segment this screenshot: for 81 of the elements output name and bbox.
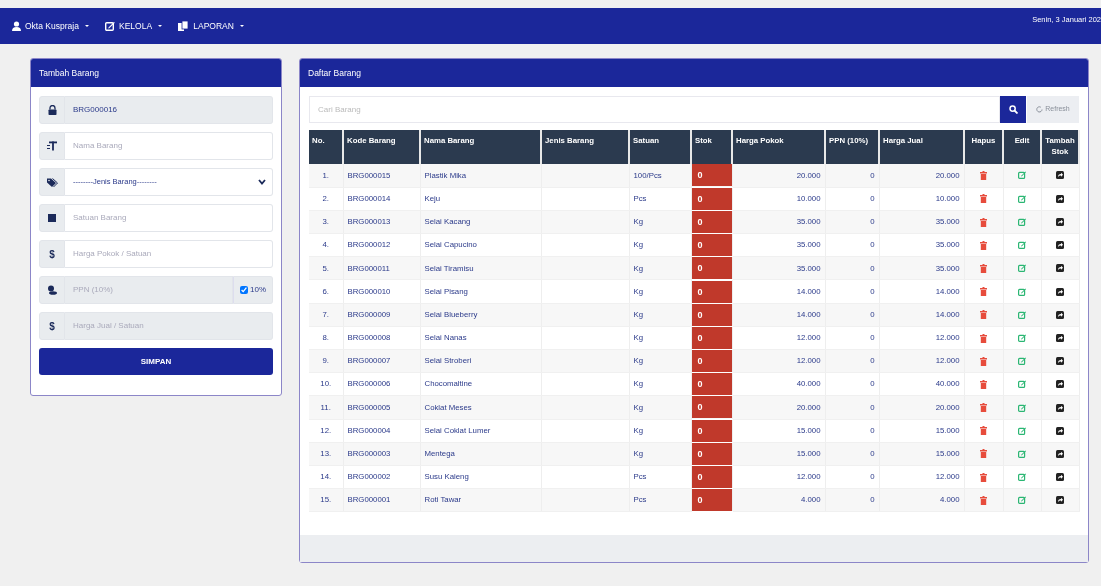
edit-icon[interactable] xyxy=(1018,334,1026,342)
menu-item[interactable]: KELOLA xyxy=(105,19,163,33)
trash-icon[interactable] xyxy=(980,356,987,366)
trash-icon[interactable] xyxy=(980,379,987,389)
edit-icon[interactable] xyxy=(1018,357,1026,366)
input-addon: $ xyxy=(39,240,65,268)
table-cell: 0 xyxy=(691,257,732,280)
documents-icon xyxy=(178,21,190,31)
save-button[interactable]: SIMPAN xyxy=(39,348,273,375)
share-icon[interactable] xyxy=(1056,194,1064,203)
table-cell: 0 xyxy=(691,234,732,257)
share-icon[interactable] xyxy=(1056,218,1064,227)
trash-icon[interactable] xyxy=(980,333,987,343)
checkbox-label: 10% xyxy=(250,284,266,296)
edit-icon[interactable] xyxy=(1018,171,1026,180)
table-cell: 0 xyxy=(691,466,732,489)
checkbox[interactable] xyxy=(240,286,248,294)
share-icon[interactable] xyxy=(1056,426,1064,435)
trash-icon[interactable] xyxy=(980,263,987,273)
share-icon[interactable] xyxy=(1056,171,1064,180)
trash-icon[interactable] xyxy=(980,310,987,320)
edit-icon[interactable] xyxy=(1018,496,1026,505)
trash-icon[interactable] xyxy=(980,194,987,204)
card-header: Tambah Barang xyxy=(31,59,281,87)
edit-icon xyxy=(105,21,116,31)
share-icon[interactable] xyxy=(1056,310,1064,319)
search-button[interactable] xyxy=(1000,96,1026,123)
edit-icon[interactable] xyxy=(1018,380,1026,389)
share-icon[interactable] xyxy=(1056,334,1064,342)
trash-icon[interactable] xyxy=(980,240,987,250)
text-icon xyxy=(47,141,57,151)
edit-icon[interactable] xyxy=(1018,426,1026,435)
trash-icon[interactable] xyxy=(980,449,987,459)
trash-icon[interactable] xyxy=(980,217,987,227)
share-icon[interactable] xyxy=(1056,287,1064,296)
input-addon: $ xyxy=(39,312,65,340)
edit-icon[interactable] xyxy=(1018,473,1026,482)
input-field[interactable]: Satuan Barang xyxy=(65,204,273,232)
share-icon[interactable] xyxy=(1056,449,1064,458)
chevron-down-icon xyxy=(258,179,266,185)
table-cell: 0 xyxy=(691,280,732,303)
menu-item[interactable]: LAPORAN xyxy=(178,19,245,33)
trash-icon[interactable] xyxy=(980,426,987,436)
edit-icon[interactable] xyxy=(1018,241,1026,250)
card-header: Daftar Barang xyxy=(300,59,1088,87)
edit-icon[interactable] xyxy=(1018,287,1026,296)
trash-icon[interactable] xyxy=(980,287,987,297)
input-field[interactable]: BRG000016 xyxy=(65,96,273,124)
table-cell: 0 xyxy=(691,350,732,373)
input-field[interactable]: Harga Pokok / Satuan xyxy=(65,240,273,268)
share-icon[interactable] xyxy=(1056,496,1064,505)
edit-icon[interactable] xyxy=(1018,403,1026,412)
table-cell: 0 xyxy=(691,164,732,187)
input-field[interactable]: PPN (10%) xyxy=(65,276,233,304)
trash-icon[interactable] xyxy=(980,170,987,180)
edit-icon[interactable] xyxy=(1018,218,1026,227)
table-cell: 0 xyxy=(691,396,732,419)
refresh-icon xyxy=(1036,106,1044,113)
search-icon xyxy=(1008,105,1018,114)
user-icon xyxy=(12,21,21,31)
trash-icon[interactable] xyxy=(980,472,987,482)
square-icon xyxy=(48,214,56,222)
edit-icon[interactable] xyxy=(1018,264,1026,273)
menu-item[interactable]: Okta Kuspraja xyxy=(12,19,90,33)
table-cell: 0 xyxy=(691,373,732,396)
share-icon[interactable] xyxy=(1056,241,1064,250)
share-icon[interactable] xyxy=(1056,357,1064,366)
edit-icon[interactable] xyxy=(1018,310,1026,319)
trash-icon[interactable] xyxy=(980,403,987,413)
input-field[interactable]: Nama Barang xyxy=(65,132,273,160)
coins-icon xyxy=(47,285,57,295)
tag-icon xyxy=(46,177,58,187)
share-icon[interactable] xyxy=(1056,264,1064,273)
table-cell: 0 xyxy=(691,489,732,512)
lock-icon xyxy=(47,105,57,115)
share-icon[interactable] xyxy=(1056,473,1064,482)
edit-icon[interactable] xyxy=(1018,194,1026,203)
share-icon[interactable] xyxy=(1056,403,1064,412)
edit-icon[interactable] xyxy=(1018,449,1026,458)
share-icon[interactable] xyxy=(1056,380,1064,389)
trash-icon[interactable] xyxy=(980,495,987,505)
